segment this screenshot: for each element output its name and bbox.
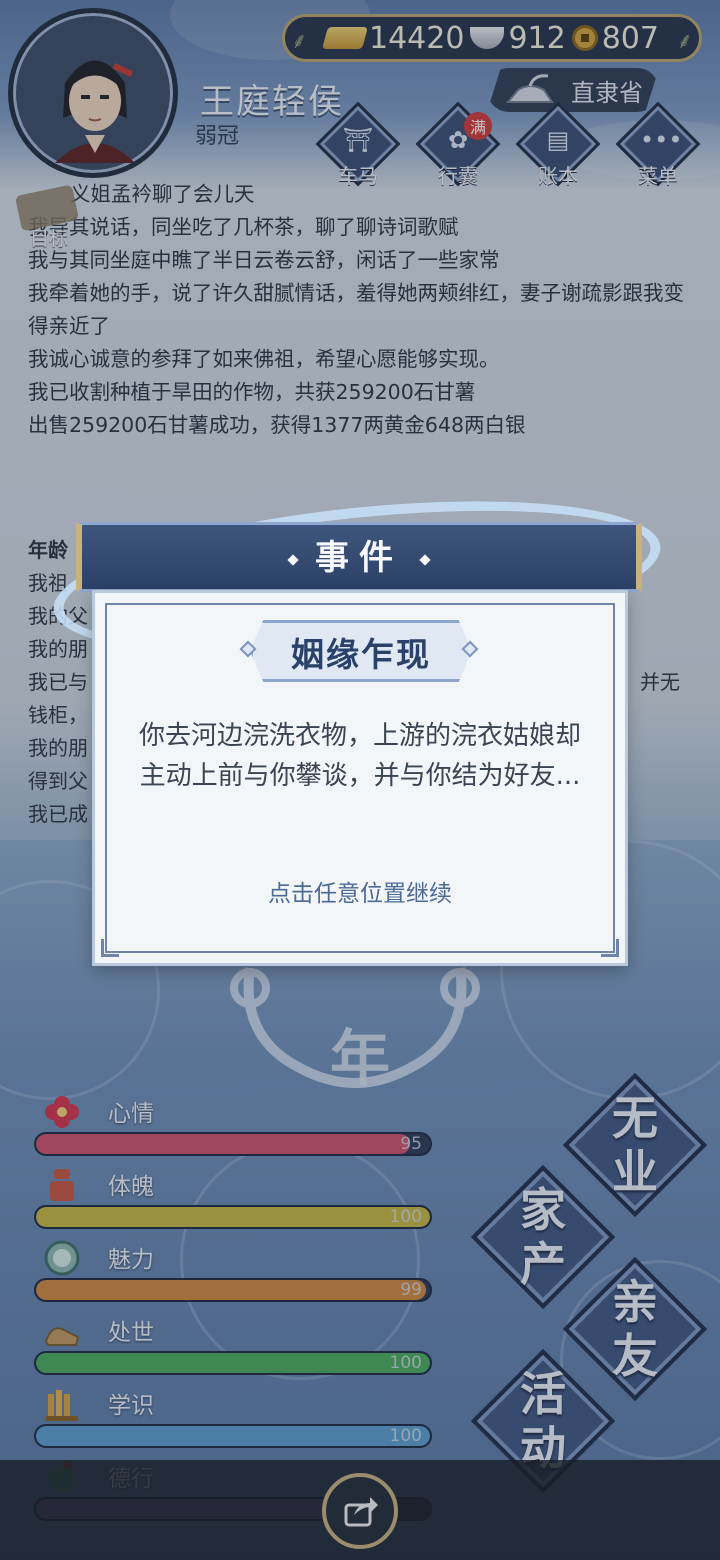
event-subtitle: 姻缘乍现 [291, 635, 431, 674]
event-message: 你去河边浣洗衣物，上游的浣衣姑娘却主动上前与你攀谈，并与你结为好友... [138, 721, 581, 791]
dialog-title-text: 事件 [315, 538, 403, 578]
corner-ornament [601, 939, 619, 957]
diamond-dot-icon [287, 553, 299, 566]
continue-hint[interactable]: 点击任意位置继续 [92, 874, 628, 908]
dialog-title: 事件 [76, 530, 642, 579]
corner-ornament [101, 939, 119, 957]
diamond-dot-icon [419, 553, 431, 566]
game-screen: 王庭轻侯 弱冠 ⸙ 14420 912 807 ⸙ 直隶省 ⛩ 车马 ✿ 满 行… [0, 0, 720, 1560]
